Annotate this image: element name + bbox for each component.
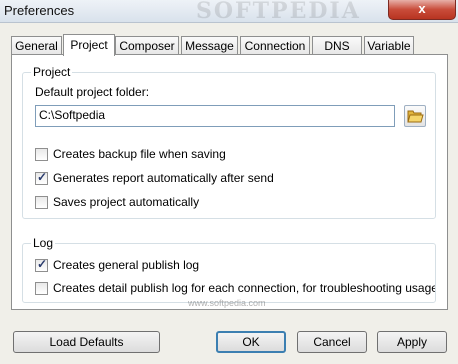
check-detail-log[interactable]: Creates detail publish log for each conn… [35, 281, 435, 297]
check-mark-icon: ✓ [37, 257, 48, 271]
checkbox-report[interactable]: ✓ [35, 170, 48, 185]
checkbox-general-log[interactable]: ✓ [35, 257, 48, 272]
tab-project[interactable]: Project [63, 34, 115, 56]
title-bar[interactable]: Preferences SOFTPEDIA x [0, 0, 458, 24]
tab-message[interactable]: Message [181, 36, 238, 54]
tab-connection[interactable]: Connection [240, 36, 310, 54]
project-group: Project Default project folder: C:\Softp… [22, 65, 436, 219]
apply-button[interactable]: Apply [377, 331, 447, 353]
cancel-button[interactable]: Cancel [297, 331, 367, 353]
close-button[interactable]: x [388, 0, 456, 20]
folder-open-icon [407, 110, 424, 123]
watermark: SOFTPEDIA [196, 0, 361, 24]
project-folder-input[interactable]: C:\Softpedia [35, 105, 395, 127]
folder-label: Default project folder: [35, 85, 150, 99]
load-defaults-button[interactable]: Load Defaults [13, 331, 160, 353]
tab-general[interactable]: General [11, 36, 62, 54]
log-group-label: Log [31, 236, 56, 250]
browse-folder-button[interactable] [404, 105, 426, 127]
check-autosave-label: Saves project automatically [53, 195, 200, 209]
window-title: Preferences [4, 3, 75, 18]
check-backup-label: Creates backup file when saving [53, 147, 226, 161]
checkbox-detail-log[interactable] [35, 282, 48, 295]
tab-composer[interactable]: Composer [115, 36, 179, 54]
close-icon: x [418, 1, 426, 16]
footer-watermark: www.softpedia.com [188, 298, 266, 308]
checkbox-autosave[interactable] [35, 196, 48, 209]
check-report-label: Generates report automatically after sen… [53, 171, 274, 185]
check-general-log-label: Creates general publish log [53, 258, 200, 272]
log-group: Log ✓ Creates general publish log Create… [22, 236, 436, 303]
tab-panel-project: Project Default project folder: C:\Softp… [11, 54, 448, 310]
tab-dns[interactable]: DNS [312, 36, 362, 54]
tab-variable[interactable]: Variable [364, 36, 414, 54]
preferences-window: Preferences SOFTPEDIA x General Project … [0, 0, 458, 364]
checkbox-backup[interactable] [35, 148, 48, 161]
check-detail-log-label: Creates detail publish log for each conn… [53, 281, 435, 295]
ok-button[interactable]: OK [216, 331, 286, 353]
check-mark-icon: ✓ [37, 170, 48, 184]
project-group-label: Project [31, 65, 73, 79]
